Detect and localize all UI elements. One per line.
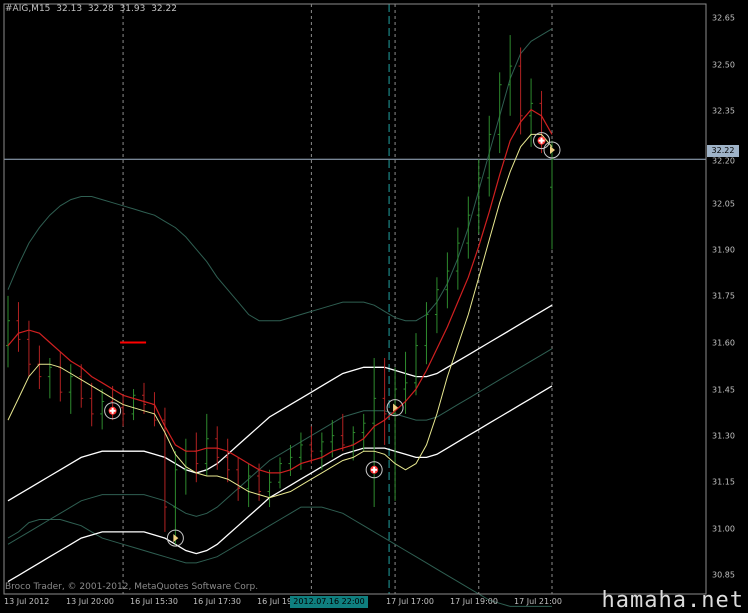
price-bar bbox=[16, 302, 21, 352]
indicator-bands bbox=[7, 28, 553, 607]
price-tick: 32.05 bbox=[712, 199, 735, 209]
time-tick: 17 Jul 21:00 bbox=[514, 597, 562, 606]
period-separators bbox=[4, 4, 706, 594]
price-bar bbox=[550, 140, 554, 250]
price-bar bbox=[246, 463, 251, 508]
ma-slow-line bbox=[7, 133, 553, 499]
price-bar bbox=[204, 413, 209, 476]
price-tick: 31.75 bbox=[712, 291, 735, 301]
high-value: 32.28 bbox=[87, 4, 114, 14]
time-tick: 13 Jul 20:00 bbox=[66, 597, 114, 606]
price-bar bbox=[372, 358, 377, 508]
signal-markers bbox=[104, 132, 561, 547]
price-tick: 31.30 bbox=[712, 431, 735, 441]
time-tick: 13 Jul 2012 bbox=[4, 597, 50, 606]
price-bar bbox=[131, 389, 136, 421]
time-tick: 17 Jul 19:00 bbox=[450, 597, 498, 606]
price-bar bbox=[225, 438, 230, 483]
current-price-tag: 32.22 bbox=[707, 145, 739, 157]
envelope-mid-line bbox=[7, 348, 553, 545]
price-bar bbox=[309, 426, 314, 464]
ma-fast-line bbox=[7, 108, 553, 474]
chart-window[interactable]: #AIG,M15 32.13 32.28 31.93 32.22 32.65 3… bbox=[0, 0, 748, 613]
time-tick: 17 Jul 17:00 bbox=[386, 597, 434, 606]
symbol-label: #AIG,M15 bbox=[5, 4, 51, 14]
price-bar bbox=[267, 469, 272, 508]
price-tick: 32.20 bbox=[712, 156, 735, 166]
price-bar bbox=[37, 345, 42, 390]
price-bar bbox=[100, 389, 105, 430]
price-bar bbox=[26, 320, 31, 377]
price-bar bbox=[466, 196, 471, 259]
price-bar bbox=[79, 364, 84, 408]
price-tick: 31.45 bbox=[712, 385, 735, 395]
axis-frame bbox=[3, 3, 707, 595]
price-tick: 32.50 bbox=[712, 60, 735, 70]
price-bar bbox=[424, 302, 429, 365]
price-bar bbox=[319, 432, 324, 470]
moving-averages bbox=[7, 108, 553, 499]
price-bar bbox=[58, 351, 63, 402]
price-bar bbox=[288, 444, 293, 476]
price-tick: 31.60 bbox=[712, 338, 735, 348]
low-value: 31.93 bbox=[119, 4, 146, 14]
watermark-logo: hamaha.net bbox=[601, 588, 744, 613]
price-bar bbox=[455, 227, 460, 290]
price-tick: 31.15 bbox=[712, 477, 735, 487]
price-bar bbox=[194, 432, 199, 483]
signal-cross-h bbox=[109, 409, 116, 412]
price-bar bbox=[6, 295, 10, 368]
price-tick: 31.00 bbox=[712, 524, 735, 534]
crosshair-time-tag: 2012.07.16 22:00 bbox=[290, 596, 368, 608]
time-tick: 16 Jul 15:30 bbox=[130, 597, 178, 606]
price-tick: 32.35 bbox=[712, 106, 735, 116]
copyright-text: Broco Trader, © 2001-2012, MetaQuotes So… bbox=[5, 582, 259, 592]
price-bar bbox=[340, 413, 345, 452]
open-value: 32.13 bbox=[56, 4, 83, 14]
price-tick: 30.85 bbox=[712, 570, 735, 580]
price-bar bbox=[382, 358, 387, 445]
price-bars bbox=[6, 35, 554, 545]
price-bar bbox=[403, 351, 408, 414]
price-bar bbox=[68, 364, 73, 414]
price-tick: 32.65 bbox=[712, 13, 735, 23]
plot-border bbox=[3, 3, 707, 595]
price-bar bbox=[89, 382, 94, 427]
close-value: 32.22 bbox=[151, 4, 177, 14]
price-bar bbox=[121, 395, 126, 427]
time-tick: 16 Jul 17:30 bbox=[193, 597, 241, 606]
price-bar bbox=[393, 367, 398, 501]
price-bar bbox=[361, 413, 366, 452]
price-tick: 31.90 bbox=[712, 245, 735, 255]
price-bar bbox=[152, 392, 157, 427]
price-bar bbox=[142, 382, 146, 414]
band-upper-line bbox=[7, 28, 553, 322]
signal-cross-h bbox=[371, 468, 378, 471]
symbol-info: #AIG,M15 32.13 32.28 31.93 32.22 bbox=[5, 4, 180, 14]
price-bar bbox=[236, 457, 241, 501]
price-chart[interactable] bbox=[0, 0, 748, 612]
price-bar bbox=[434, 277, 439, 334]
signal-cross-h bbox=[538, 139, 545, 142]
